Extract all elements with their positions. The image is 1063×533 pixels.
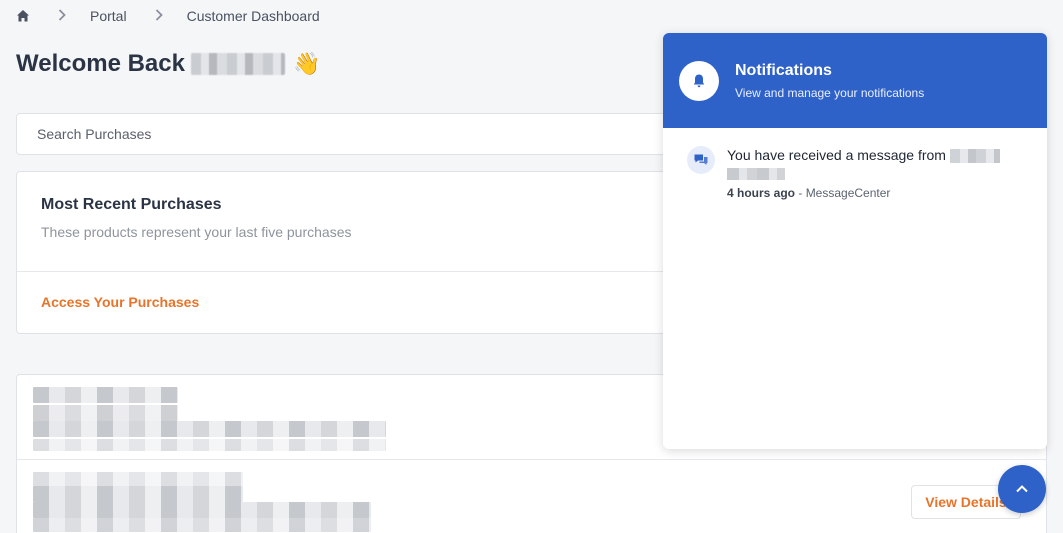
redacted-product-details — [33, 518, 371, 532]
redacted-sender — [949, 149, 1000, 164]
chevron-up-icon — [1015, 482, 1029, 497]
redacted-sender — [727, 168, 785, 180]
notifications-panel: Notifications View and manage your notif… — [663, 33, 1047, 449]
scroll-to-top-button[interactable] — [998, 465, 1046, 513]
notification-message: You have received a message from — [727, 147, 946, 163]
access-purchases-link[interactable]: Access Your Purchases — [17, 272, 715, 332]
search-container — [16, 113, 716, 155]
chat-icon — [687, 146, 715, 174]
recent-purchases-subtitle: These products represent your last five … — [41, 224, 352, 240]
redacted-product-details — [33, 502, 371, 518]
redacted-product-name — [33, 387, 178, 403]
welcome-text: Welcome Back — [16, 50, 185, 77]
home-icon[interactable] — [16, 9, 30, 23]
recent-purchases-title: Most Recent Purchases — [41, 196, 222, 213]
redacted-product-details — [33, 421, 386, 437]
waving-hand-icon: 👋 — [292, 51, 321, 76]
bell-icon — [679, 60, 719, 101]
notification-meta: 4 hours ago - MessageCenter — [727, 186, 1000, 200]
card-header: Most Recent Purchases These products rep… — [17, 172, 715, 272]
breadcrumb-portal[interactable]: Portal — [90, 8, 127, 24]
redacted-product-name — [33, 472, 243, 486]
redacted-product-name — [33, 486, 243, 502]
list-item — [17, 460, 1046, 533]
notifications-subtitle: View and manage your notifications — [735, 85, 925, 100]
notification-time: 4 hours ago — [727, 186, 796, 200]
search-input[interactable] — [37, 126, 715, 142]
chevron-right-icon — [58, 8, 66, 24]
breadcrumb: Portal Customer Dashboard — [16, 6, 320, 26]
breadcrumb-customer-dashboard: Customer Dashboard — [186, 8, 320, 24]
redacted-product-name — [33, 405, 178, 421]
notifications-header: Notifications View and manage your notif… — [663, 33, 1047, 128]
redacted-username — [190, 53, 285, 75]
notification-item[interactable]: You have received a message from 4 hours… — [663, 128, 1047, 200]
recent-purchases-card: Most Recent Purchases These products rep… — [16, 171, 716, 334]
page-title: Welcome Back 👋 — [16, 50, 320, 78]
notification-source: - MessageCenter — [798, 186, 891, 200]
redacted-product-details — [33, 439, 386, 451]
notifications-title: Notifications — [735, 61, 832, 79]
notification-text: You have received a message from — [727, 146, 1000, 180]
chevron-right-icon — [155, 8, 163, 24]
